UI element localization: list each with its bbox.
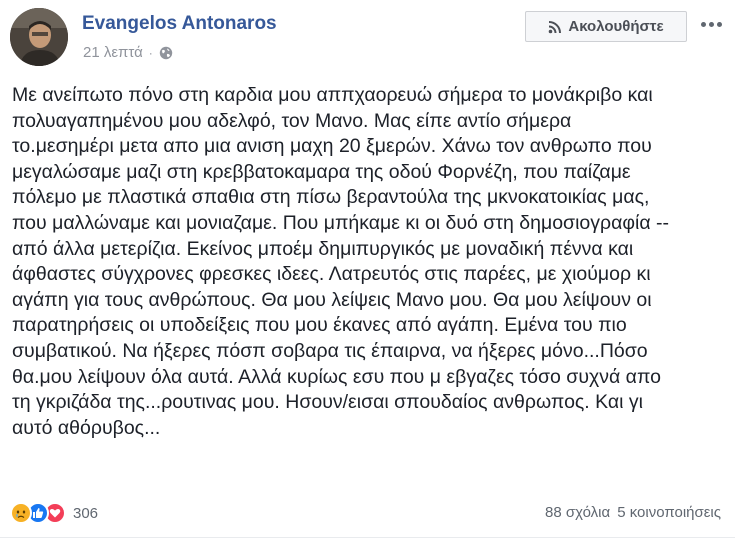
dot	[700, 21, 706, 27]
author-name[interactable]: Evangelos Antonaros	[82, 13, 277, 35]
rss-icon	[549, 20, 562, 33]
avatar-photo	[10, 8, 68, 66]
reaction-count: 306	[73, 504, 99, 522]
post-text-line: πόλεμο με πλαστικά σπαθια στη πίσω βεραν…	[12, 186, 650, 209]
more-dots-icon[interactable]	[697, 12, 725, 36]
reactions-summary[interactable]: 306	[10, 501, 98, 525]
post-text-line: αγάπη για τους ανθρώπους. Θα μου λείψεις…	[12, 288, 652, 311]
dot	[708, 21, 714, 27]
post-text-line: Με ανείπωτο πόνο στη καρδια μου αππχαορε…	[12, 84, 653, 106]
post-text-line: άφθαστες σύγχρονες φρεσκες ιδεες. Λατρευ…	[12, 263, 651, 286]
post-timestamp[interactable]: 21 λεπτά	[83, 44, 143, 61]
avatar[interactable]	[10, 8, 68, 66]
post-text-line: το.μεσημέρι μετα απο μια ανιση μαχη 20 ξ…	[12, 135, 652, 158]
post-text-line: συμβατικού. Να ήξερες πόσπ σοβαρα τις έπ…	[12, 339, 648, 362]
globe-icon[interactable]	[159, 46, 173, 60]
shares-count-link[interactable]: 5 κοινοποιήσεις	[617, 504, 721, 521]
post-text-line: παρατηρήσεις οι υποδείξεις που μου έκανε…	[12, 314, 627, 337]
comments-count-link[interactable]: 88 σχόλια	[545, 504, 610, 521]
post-text-line: πολυαγαπημένου μου αδελφό, τον Μανο. Μας…	[12, 109, 572, 132]
post-text-line: θα.μου λείψουν όλα αυτά. Αλλά κυρίως εσυ…	[12, 365, 661, 388]
post-text-line: μεγαλώσαμε μαζι στη κρεββατοκαμαρα της ο…	[12, 160, 631, 183]
post-text-line: από άλλα μετερίζια. Εκείνος μποέμ δημιπυ…	[12, 237, 634, 260]
follow-button-label: Ακολουθήστε	[568, 18, 664, 35]
divider	[0, 537, 735, 538]
post-text-line: τη γκριζάδα της...ρουτινας μου. Ησουν/ει…	[12, 391, 644, 414]
post-text-line: αυτό αθόρυβος...	[12, 416, 161, 439]
meta-separator: ·	[148, 45, 153, 60]
post-text: Με ανείπωτο πόνο στη καρδια μου αππχαορε…	[12, 83, 728, 441]
sad-reaction-icon	[10, 502, 32, 524]
post-card: Evangelos Antonaros 21 λεπτά · Ακολουθήσ…	[0, 0, 735, 549]
post-text-line: που μαλλώναμε και μονιαζαμε. Που μπήκαμε…	[12, 211, 670, 234]
post-meta: 21 λεπτά ·	[83, 44, 173, 61]
post-stats: 88 σχόλια 5 κοινοποιήσεις	[545, 504, 721, 521]
dot	[716, 21, 722, 27]
follow-button[interactable]: Ακολουθήστε	[525, 11, 687, 42]
